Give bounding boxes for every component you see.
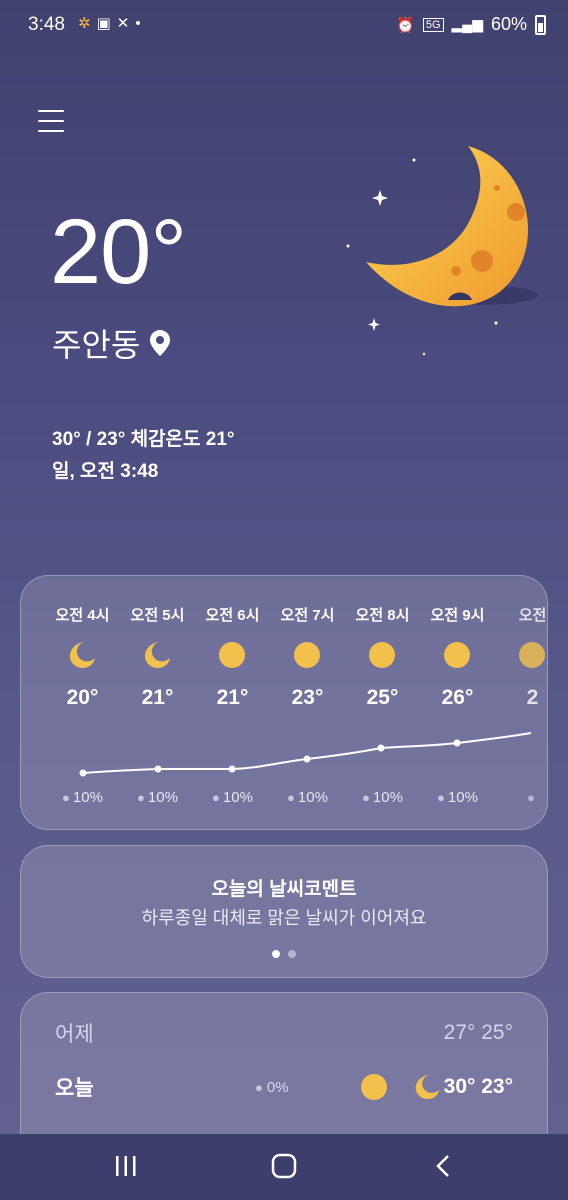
current-temperature: 20° (50, 201, 187, 303)
recent-apps-icon[interactable] (114, 1152, 138, 1180)
raindrop-icon: ● (212, 790, 220, 805)
day-temps: 30° 23° (443, 1075, 513, 1098)
location-name: 주안동 (52, 327, 141, 363)
notification-icons: ✲ ▣ ✕ • (78, 14, 141, 33)
hourly-forecast-card[interactable]: 오전 4시 20° ● 10% 오전 5시 21° ● 10% 오전 6시 21° … (20, 575, 548, 830)
sun-icon (444, 642, 470, 668)
comment-title: 오늘의 날씨코멘트 (211, 879, 357, 900)
status-time: 3:48 (28, 14, 65, 35)
mail-icon: ▣ (96, 15, 111, 32)
sun-icon (519, 642, 545, 668)
moon-crescent-icon (145, 642, 170, 668)
day-precip: ● 0% (255, 1078, 289, 1096)
weather-comment-card[interactable]: 오늘의 날씨코멘트 하루종일 대체로 맑은 날씨가 이어져요 (20, 845, 548, 978)
hour-precip: ● 10% (437, 789, 478, 806)
minmax-feels: 30° / 23° 체감온도 21° (52, 429, 235, 450)
comment-text: 하루종일 대체로 맑은 날씨가 이어져요 (141, 908, 427, 928)
hour-precip: ● 10% (137, 789, 178, 806)
hour-time: 오전 4시 (55, 607, 110, 624)
hour-temp: 21° (141, 686, 174, 709)
hour-precip: ● 10% (212, 789, 253, 806)
menu-line-icon (38, 110, 64, 112)
raindrop-icon: ● (362, 790, 370, 805)
hour-time: 오전 7시 (280, 607, 335, 624)
raindrop-icon: ● (527, 790, 535, 805)
hour-time: 오전 9시 (430, 607, 485, 624)
hour-temp: 26° (441, 686, 474, 709)
hour-time: 오전 (518, 607, 547, 624)
hour-temp: 23° (291, 686, 324, 709)
sun-icon (294, 642, 320, 668)
tools-icon: ✕ (116, 15, 130, 32)
home-icon[interactable] (270, 1152, 298, 1180)
signal-icon: ▂▄▆ (451, 16, 483, 32)
page-indicator (21, 950, 547, 958)
raindrop-icon: ● (287, 790, 295, 805)
hour-precip: ● 10% (62, 789, 103, 806)
day-label: 어제 (55, 1023, 94, 1046)
menu-button[interactable] (38, 110, 64, 132)
raindrop-icon: ● (137, 790, 145, 805)
raindrop-icon: ● (255, 1079, 263, 1095)
daily-row-today: 오늘 ● 0% 30° 23° (55, 1067, 513, 1107)
page-dot-active (272, 950, 280, 958)
moon-crescent-icon (415, 1074, 440, 1100)
hour-temp: 21° (216, 686, 249, 709)
battery-icon (535, 14, 546, 35)
hour-precip: ● 10% (287, 789, 328, 806)
datetime: 일, 오전 3:48 (52, 461, 159, 482)
status-bar: 3:48 ✲ ▣ ✕ • ⏰ 5G ▂▄▆ 60% (0, 0, 568, 52)
network-5g-icon: 5G (422, 17, 444, 32)
location[interactable]: 주안동 (52, 320, 171, 366)
sun-icon (361, 1074, 387, 1100)
menu-line-icon (38, 130, 64, 132)
alarm-icon: ⏰ (396, 16, 415, 34)
day-temps: 27° 25° (443, 1021, 513, 1044)
raindrop-icon: ● (437, 790, 445, 805)
sun-icon (219, 642, 245, 668)
more-dot-icon: • (135, 14, 141, 32)
sun-icon (369, 642, 395, 668)
hour-time: 오전 6시 (205, 607, 260, 624)
raindrop-icon: ● (62, 790, 70, 805)
hour-temp: 2 (526, 686, 539, 709)
hour-time: 오전 8시 (355, 607, 410, 624)
menu-line-icon (38, 120, 64, 122)
moon-illustration (346, 146, 538, 356)
moon-crescent-icon (70, 642, 95, 668)
daily-row-yesterday: 어제 27° 25° (55, 1013, 513, 1053)
battery-percent: 60% (490, 14, 527, 34)
hour-temp: 20° (66, 686, 99, 709)
hour-precip: ● 10% (362, 789, 403, 806)
status-right: ⏰ 5G ▂▄▆ 60% (396, 14, 546, 35)
notification-app-icon: ✲ (78, 15, 91, 32)
hour-precip: ● (495, 789, 547, 806)
page-dot (288, 950, 296, 958)
hour-temp: 25° (366, 686, 399, 709)
navigation-bar (0, 1134, 568, 1200)
back-icon[interactable] (432, 1152, 456, 1180)
day-label: 오늘 (55, 1077, 94, 1100)
hour-time: 오전 5시 (130, 607, 185, 624)
location-pin-icon (150, 330, 171, 356)
